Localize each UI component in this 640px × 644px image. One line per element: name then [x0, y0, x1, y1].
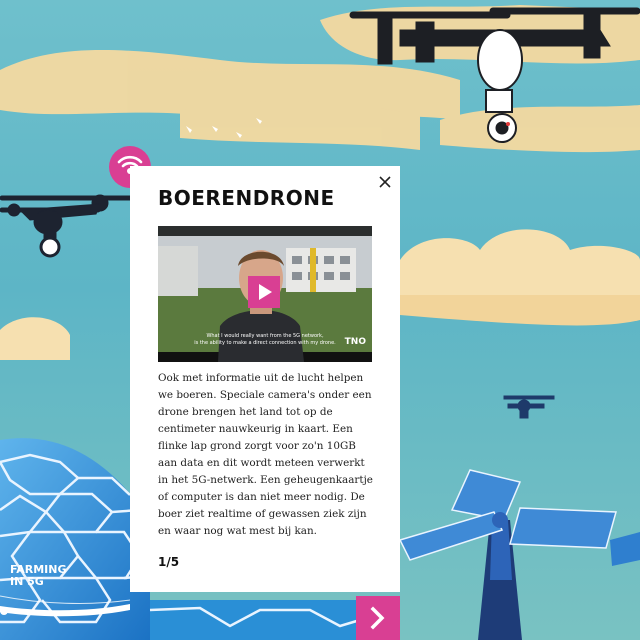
chevron-right-icon	[370, 606, 385, 630]
video-subtitle-line2: is the ability to make a direct connecti…	[194, 340, 336, 346]
play-icon	[259, 284, 272, 300]
video-subtitle-line1: What I would really want from the 5G net…	[206, 333, 324, 339]
popup-body-text: Ook met informatie uit de lucht helpen w…	[158, 372, 373, 537]
video-logo: TNO	[344, 337, 366, 347]
info-popup: BOERENDRONE What I would really want fro…	[130, 166, 400, 592]
section-label: FARMING IN 5G	[10, 564, 67, 588]
page-indicator: 1/5	[158, 555, 180, 569]
next-button[interactable]	[356, 596, 400, 640]
video-player[interactable]: What I would really want from the 5G net…	[158, 226, 372, 362]
close-icon	[379, 176, 391, 188]
section-label-line2: IN 5G	[10, 575, 44, 588]
scrubber-handle	[0, 607, 8, 615]
close-button[interactable]	[378, 174, 392, 188]
progress-scrubber[interactable]	[0, 603, 130, 617]
popup-title: BOERENDRONE	[158, 186, 335, 210]
play-button[interactable]	[248, 276, 280, 308]
